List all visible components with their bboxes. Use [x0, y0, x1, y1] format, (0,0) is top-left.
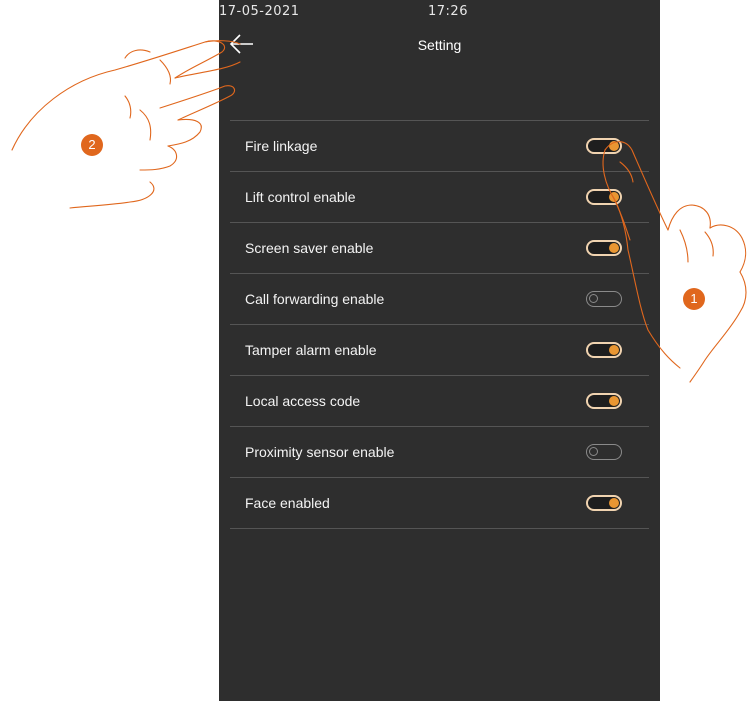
step-1-callout: 1 [683, 288, 705, 310]
setting-row-call-forwarding[interactable]: Call forwarding enable [230, 274, 649, 325]
setting-row-face-enabled[interactable]: Face enabled [230, 478, 649, 529]
setting-row-fire-linkage[interactable]: Fire linkage [230, 121, 649, 172]
setting-label: Face enabled [245, 495, 330, 511]
setting-row-lift-control[interactable]: Lift control enable [230, 172, 649, 223]
toggle-knob [609, 498, 619, 508]
setting-label: Proximity sensor enable [245, 444, 395, 460]
toggle-knob [609, 192, 619, 202]
proximity-sensor-toggle[interactable] [586, 444, 622, 460]
setting-label: Local access code [245, 393, 361, 409]
toggle-knob [589, 293, 598, 303]
tamper-alarm-toggle[interactable] [586, 342, 622, 358]
call-forwarding-toggle[interactable] [586, 291, 622, 307]
status-time: 17:26 [428, 4, 468, 19]
status-bar: 17-05-2021 17:26 [219, 0, 660, 22]
setting-label: Screen saver enable [245, 240, 374, 256]
face-enabled-toggle[interactable] [586, 495, 622, 511]
stage: 17-05-2021 17:26 Setting Fire linkage Li… [0, 0, 752, 701]
screen-saver-toggle[interactable] [586, 240, 622, 256]
toggle-knob [589, 446, 598, 456]
setting-row-tamper-alarm[interactable]: Tamper alarm enable [230, 325, 649, 376]
setting-label: Tamper alarm enable [245, 342, 377, 358]
toggle-knob [609, 396, 619, 406]
lift-control-toggle[interactable] [586, 189, 622, 205]
setting-row-proximity-sensor[interactable]: Proximity sensor enable [230, 427, 649, 478]
toggle-knob [609, 243, 619, 253]
fire-linkage-toggle[interactable] [586, 138, 622, 154]
toggle-knob [609, 141, 619, 151]
setting-label: Call forwarding enable [245, 291, 385, 307]
local-access-code-toggle[interactable] [586, 393, 622, 409]
status-date: 17-05-2021 [219, 4, 300, 19]
toggle-knob [609, 345, 619, 355]
setting-label: Lift control enable [245, 189, 356, 205]
setting-label: Fire linkage [245, 138, 318, 154]
device-screen: 17-05-2021 17:26 Setting Fire linkage Li… [219, 0, 660, 701]
settings-list: Fire linkage Lift control enable Screen … [230, 120, 649, 529]
setting-row-local-access-code[interactable]: Local access code [230, 376, 649, 427]
step-2-callout: 2 [81, 134, 103, 156]
setting-row-screen-saver[interactable]: Screen saver enable [230, 223, 649, 274]
page-title: Setting [417, 37, 462, 53]
